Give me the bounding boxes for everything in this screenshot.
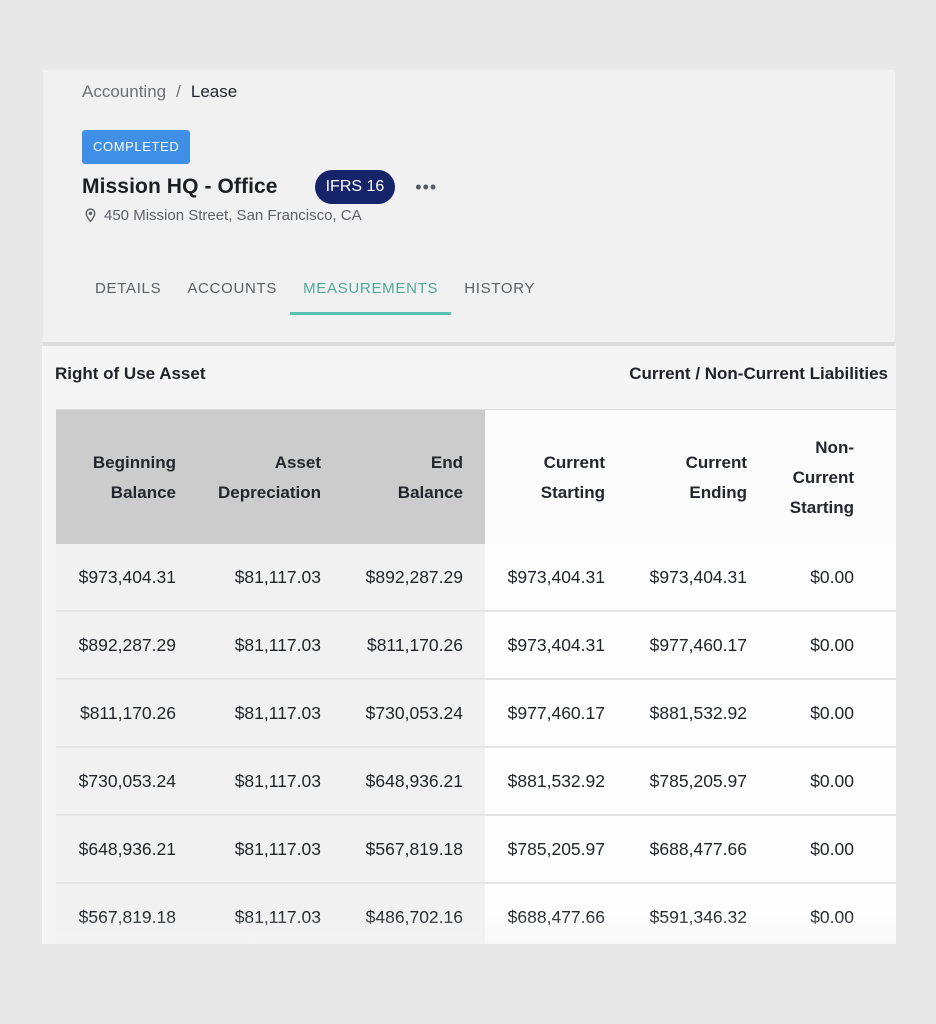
table-cell-current-ending: $688,477.66 [649, 838, 747, 859]
tab-accounts[interactable]: ACCOUNTS [174, 266, 290, 313]
col-current-ending-header[interactable]: Current Ending [617, 410, 747, 545]
measurements-table[interactable]: Beginning Balance Asset Depreciation End Bala… [56, 409, 896, 944]
address-text: 450 Mission Street, San Francisco, CA [104, 207, 362, 224]
table-cell-current-starting: $688,477.66 [507, 906, 605, 927]
breadcrumb: Accounting / Lease [82, 82, 237, 102]
table-row[interactable]: $892,287.29 $81,117.03 $811,170.26 $973,404… [56, 612, 896, 680]
table-row[interactable]: $811,170.26 $81,117.03 $730,053.24 $977,460… [56, 680, 896, 748]
header-text-line: Current [543, 452, 605, 472]
col-current-starting-header[interactable]: Current Starting [475, 410, 605, 545]
table-cell-non-current-starting: $0.00 [810, 906, 854, 927]
table-cell-beginning-balance: $730,053.24 [78, 770, 176, 791]
col-non-current-starting-header[interactable]: Non- Current Starting [744, 410, 854, 545]
table-header-row: Beginning Balance Asset Depreciation End Bala… [56, 409, 896, 545]
status-badge: COMPLETED [82, 130, 191, 164]
table-cell-current-starting: $977,460.17 [507, 702, 605, 723]
header-text-line: Starting [789, 497, 854, 517]
table-row[interactable]: $567,819.18 $81,117.03 $486,702.16 $688,477… [56, 884, 896, 944]
breadcrumb-current: Lease [190, 82, 238, 101]
header-text-line: Starting [540, 482, 605, 502]
table-cell-beginning-balance: $811,170.26 [79, 702, 176, 723]
table-cell-asset-depreciation: $81,117.03 [234, 702, 321, 723]
table-cell-current-starting: $881,532.92 [507, 770, 605, 791]
table-cell-beginning-balance: $973,404.31 [78, 566, 176, 587]
header-text-line: Depreciation [218, 482, 321, 502]
more-options-button[interactable]: ••• [415, 170, 437, 204]
tab-bar: DETAILS ACCOUNTS MEASUREMENTS HISTORY [82, 266, 548, 315]
table-cell-beginning-balance: $567,819.18 [78, 906, 176, 927]
header-text-line: Current [792, 467, 854, 487]
table-cell-non-current-starting: $0.00 [810, 566, 854, 587]
table-cell-end-balance: $567,819.18 [365, 838, 463, 859]
table-row[interactable]: $648,936.21 $81,117.03 $567,819.18 $785,205… [56, 816, 896, 884]
table-cell-end-balance: $730,053.24 [365, 702, 463, 723]
table-cell-current-ending: $785,205.97 [649, 770, 747, 791]
table-cell-end-balance: $648,936.21 [365, 770, 463, 791]
table-row[interactable]: $973,404.31 $81,117.03 $892,287.29 $973,404… [56, 544, 896, 612]
table-cell-non-current-starting: $0.00 [810, 634, 854, 655]
header-text-line: Asset [274, 452, 321, 472]
table-cell-non-current-starting: $0.00 [810, 838, 854, 859]
table-cell-non-current-starting: $0.00 [810, 770, 854, 791]
table-cell-current-starting: $785,205.97 [507, 838, 605, 859]
measurements-table-card: Right of Use Asset Current / Non-Current… [42, 346, 896, 944]
table-cell-beginning-balance: $892,287.29 [78, 634, 176, 655]
table-cell-asset-depreciation: $81,117.03 [234, 838, 321, 859]
col-asset-depreciation-header[interactable]: Asset Depreciation [176, 410, 321, 545]
table-cell-current-ending: $973,404.31 [649, 566, 747, 587]
tab-measurements[interactable]: MEASUREMENTS [290, 266, 452, 315]
table-cell-end-balance: $892,287.29 [365, 566, 463, 587]
table-cell-beginning-balance: $648,936.21 [78, 838, 176, 859]
page-title: Mission HQ - Office [82, 175, 278, 198]
lease-header-card: Accounting / Lease COMPLETED Mission HQ … [43, 70, 895, 342]
tab-details[interactable]: DETAILS [82, 266, 174, 313]
table-cell-current-starting: $973,404.31 [507, 634, 605, 655]
header-text-line: End [430, 452, 463, 472]
section-title-liabilities: Current / Non-Current Liabilities [629, 364, 888, 383]
header-text-line: Balance [397, 482, 463, 502]
table-cell-asset-depreciation: $81,117.03 [234, 770, 321, 791]
header-text-line: Beginning [92, 452, 176, 472]
table-cell-end-balance: $486,702.16 [365, 906, 463, 927]
title-row: Mission HQ - Office IFRS 16 ••• [82, 170, 437, 204]
col-end-balance-header[interactable]: End Balance [323, 410, 463, 545]
table-cell-non-current-starting: $0.00 [810, 702, 854, 723]
table-cell-current-starting: $973,404.31 [507, 566, 605, 587]
section-title-rou-asset: Right of Use Asset [55, 364, 206, 383]
table-row[interactable]: $730,053.24 $81,117.03 $648,936.21 $881,532… [56, 748, 896, 816]
table-cell-end-balance: $811,170.26 [366, 634, 463, 655]
table-cell-asset-depreciation: $81,117.03 [234, 566, 321, 587]
table-cell-current-ending: $881,532.92 [649, 702, 747, 723]
col-beginning-balance-header[interactable]: Beginning Balance [46, 410, 176, 545]
table-cell-asset-depreciation: $81,117.03 [234, 906, 321, 927]
breadcrumb-accounting-link[interactable]: Accounting [82, 82, 166, 102]
address: 450 Mission Street, San Francisco, CA [82, 206, 362, 225]
header-text-line: Balance [110, 482, 176, 502]
table-cell-current-ending: $977,460.17 [649, 634, 747, 655]
tab-history[interactable]: HISTORY [451, 266, 548, 313]
table-cell-current-ending: $591,346.32 [649, 906, 747, 927]
location-pin-icon [85, 208, 96, 223]
accounting-standard-badge: IFRS 16 [314, 170, 396, 204]
breadcrumb-separator: / [176, 82, 181, 101]
header-text-line: Ending [689, 482, 747, 502]
header-text-line: Current [685, 452, 747, 472]
header-text-line: Non- [815, 437, 854, 457]
table-cell-asset-depreciation: $81,117.03 [234, 634, 321, 655]
